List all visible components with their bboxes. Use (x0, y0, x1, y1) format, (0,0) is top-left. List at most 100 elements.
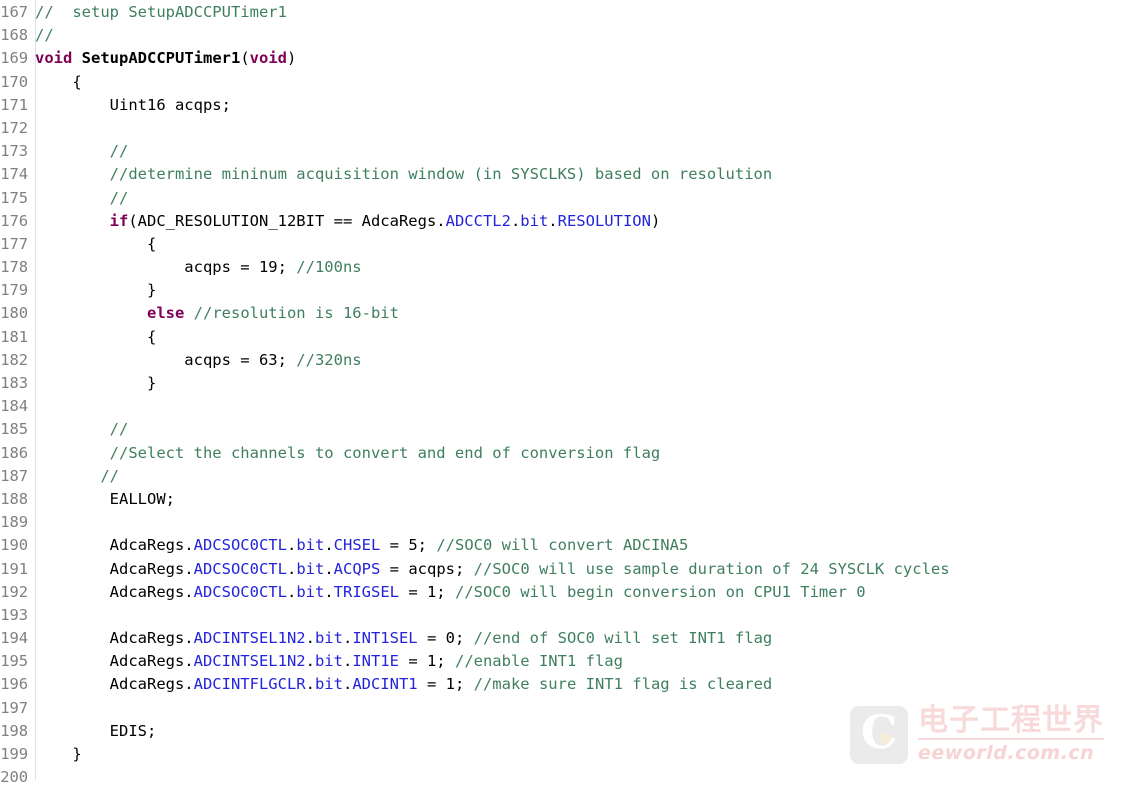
token-punct: . (342, 675, 353, 694)
line-number: 167 (0, 3, 28, 21)
line-number: 196 (0, 675, 28, 694)
token-field: ACQPS (333, 559, 381, 578)
token-punct: . (342, 629, 353, 648)
code-line[interactable]: 183 } (0, 372, 1126, 395)
code-line[interactable]: 193 (0, 604, 1126, 627)
token-comment: // (109, 142, 129, 161)
code-line-text[interactable]: if(ADC_RESOLUTION_12BIT == AdcaRegs.ADCC… (31, 210, 1126, 233)
line-number: 175 (0, 188, 28, 207)
code-line[interactable]: 190 AdcaRegs.ADCSOC0CTL.bit.CHSEL = 5; /… (0, 534, 1126, 557)
code-line[interactable]: 200 (0, 766, 1126, 789)
code-line[interactable]: 189 (0, 511, 1126, 534)
code-line-text[interactable]: // (31, 418, 1126, 441)
code-line[interactable]: 167 // setup SetupADCCPUTimer1 (0, 1, 1126, 24)
code-line-text[interactable]: // (31, 24, 1126, 47)
code-line[interactable]: 184 (0, 395, 1126, 418)
token-comment: //320ns (296, 350, 362, 369)
line-number: 187 (0, 466, 28, 485)
token-comment: //SOC0 will convert ADCINA5 (436, 536, 689, 555)
code-line[interactable]: 174 //determine mininum acquisition wind… (0, 163, 1126, 186)
code-line[interactable]: 179 } (0, 279, 1126, 302)
token-comment: //resolution is 16-bit (193, 304, 399, 323)
token-field: bit (314, 675, 343, 694)
code-line-text[interactable]: // (31, 187, 1126, 210)
code-line[interactable]: 171 Uint16 acqps; (0, 94, 1126, 117)
code-line[interactable]: 186 //Select the channels to convert and… (0, 442, 1126, 465)
code-line[interactable]: 168 // (0, 24, 1126, 47)
token-plain: = 0; (417, 629, 474, 648)
token-plain: Uint16 acqps; (35, 95, 231, 114)
code-line[interactable]: 172 (0, 117, 1126, 140)
code-line[interactable]: 178 acqps = 19; //100ns (0, 256, 1126, 279)
code-line-text[interactable]: { (31, 233, 1126, 256)
token-comment: // (109, 188, 129, 207)
code-line-text[interactable]: acqps = 19; //100ns (31, 256, 1126, 279)
token-plain: AdcaRegs. (35, 582, 194, 601)
code-line-text[interactable]: AdcaRegs.ADCSOC0CTL.bit.ACQPS = acqps; /… (31, 558, 1126, 581)
code-line[interactable]: 187 // (0, 465, 1126, 488)
code-line-text[interactable]: //determine mininum acquisition window (… (31, 163, 1126, 186)
code-line-text[interactable]: } (31, 279, 1126, 302)
code-line-text[interactable]: { (31, 71, 1126, 94)
line-number: 172 (0, 118, 28, 137)
code-line[interactable]: 180 else //resolution is 16-bit (0, 302, 1126, 325)
code-line-text[interactable]: // setup SetupADCCPUTimer1 (31, 1, 1126, 24)
code-line-text[interactable]: // (31, 465, 1126, 488)
code-line-text[interactable]: AdcaRegs.ADCINTSEL1N2.bit.INT1SEL = 0; /… (31, 627, 1126, 650)
code-line-text[interactable]: void SetupADCCPUTimer1(void) (31, 47, 1126, 70)
code-lines-container[interactable]: 167// setup SetupADCCPUTimer1 168//169 voi… (0, 0, 1126, 789)
token-plain: AdcaRegs. (35, 536, 194, 555)
code-line-text[interactable]: // (31, 140, 1126, 163)
token-field: ADCSOC0CTL (193, 582, 287, 601)
code-line-text[interactable]: AdcaRegs.ADCSOC0CTL.bit.TRIGSEL = 1; //S… (31, 581, 1126, 604)
code-line[interactable]: 170 { (0, 71, 1126, 94)
code-line-text[interactable]: AdcaRegs.ADCINTFLGCLR.bit.ADCINT1 = 1; /… (31, 673, 1126, 696)
code-line[interactable]: 169 void SetupADCCPUTimer1(void) (0, 47, 1126, 70)
code-line-text[interactable]: acqps = 63; //320ns (31, 349, 1126, 372)
token-punct: ) (286, 49, 297, 68)
code-line[interactable]: 181 { (0, 326, 1126, 349)
code-line-text[interactable]: AdcaRegs.ADCSOC0CTL.bit.CHSEL = 5; //SOC… (31, 534, 1126, 557)
code-line[interactable]: 175 // (0, 187, 1126, 210)
code-line[interactable]: 196 AdcaRegs.ADCINTFLGCLR.bit.ADCINT1 = … (0, 673, 1126, 696)
token-comment: // (35, 26, 54, 45)
code-line-text[interactable]: AdcaRegs.ADCINTSEL1N2.bit.INT1E = 1; //e… (31, 650, 1126, 673)
token-plain: } (35, 745, 82, 763)
code-line-text[interactable]: EALLOW; (31, 488, 1126, 511)
code-line[interactable]: 191 AdcaRegs.ADCSOC0CTL.bit.ACQPS = acqp… (0, 558, 1126, 581)
code-line-text[interactable]: Uint16 acqps; (31, 94, 1126, 117)
code-line[interactable]: 188 EALLOW; (0, 488, 1126, 511)
line-number: 171 (0, 95, 28, 114)
code-line[interactable]: 195 AdcaRegs.ADCINTSEL1N2.bit.INT1E = 1;… (0, 650, 1126, 673)
code-line-text[interactable]: //Select the channels to convert and end… (31, 442, 1126, 465)
code-line[interactable]: 177 { (0, 233, 1126, 256)
code-line-text[interactable]: } (31, 743, 1126, 766)
token-keyword: void (35, 49, 73, 68)
code-line[interactable]: 192 AdcaRegs.ADCSOC0CTL.bit.TRIGSEL = 1;… (0, 581, 1126, 604)
token-field: bit (314, 629, 343, 648)
token-field: bit (314, 652, 343, 671)
code-line-text[interactable]: else //resolution is 16-bit (31, 302, 1126, 325)
code-line-text[interactable]: } (31, 372, 1126, 395)
code-line[interactable]: 198 EDIS; (0, 720, 1126, 743)
code-line[interactable]: 194 AdcaRegs.ADCINTSEL1N2.bit.INT1SEL = … (0, 627, 1126, 650)
code-line[interactable]: 173 // (0, 140, 1126, 163)
token-punct: . (324, 559, 334, 578)
code-line-text[interactable]: EDIS; (31, 720, 1126, 743)
line-number: 195 (0, 652, 28, 671)
code-line[interactable]: 182 acqps = 63; //320ns (0, 349, 1126, 372)
token-keyword: void (249, 49, 287, 68)
code-editor[interactable]: 167// setup SetupADCCPUTimer1 168//169 voi… (0, 0, 1126, 786)
code-line[interactable]: 197 (0, 697, 1126, 720)
token-field: TRIGSEL (333, 582, 399, 601)
code-line[interactable]: 176 if(ADC_RESOLUTION_12BIT == AdcaRegs.… (0, 210, 1126, 233)
code-line[interactable]: 199 } (0, 743, 1126, 766)
code-line-text[interactable]: { (31, 326, 1126, 349)
token-field: bit (520, 211, 549, 230)
code-line[interactable]: 185 // (0, 418, 1126, 441)
line-number: 191 (0, 559, 28, 578)
